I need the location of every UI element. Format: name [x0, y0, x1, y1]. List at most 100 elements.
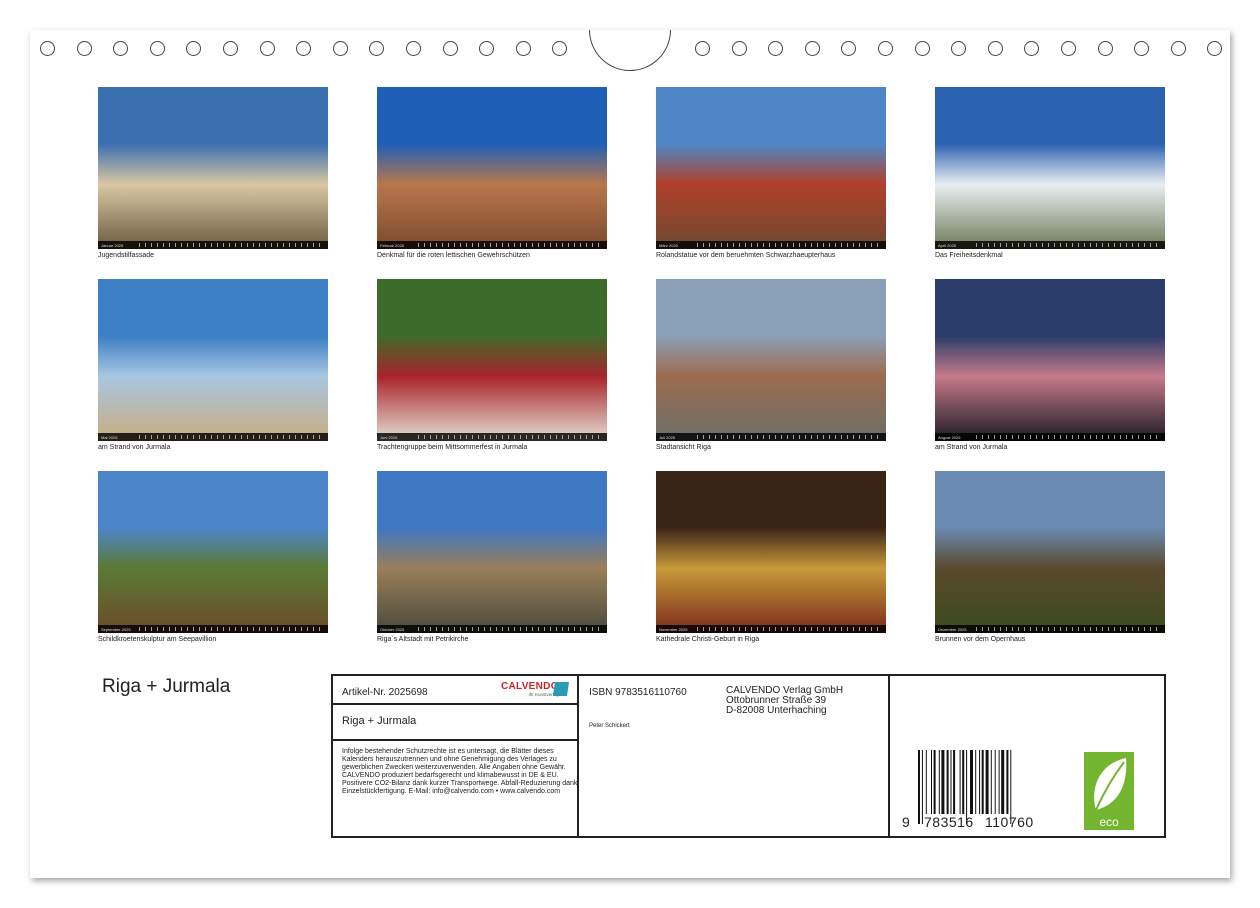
photo-caption: Rolandstatue vor dem beruehmten Schwarzh… — [656, 252, 836, 259]
binding-hole — [1170, 41, 1186, 56]
month-strip: Juli 2025 — [656, 433, 886, 441]
month-strip: März 2025 — [656, 241, 886, 249]
month-label: Juli 2025 — [659, 434, 676, 440]
photo-caption: Riga`s Altstadt mit Petrikirche — [377, 636, 469, 643]
day-ticks — [697, 627, 882, 631]
binding-hole — [987, 41, 1003, 56]
spiral-binding — [0, 0, 1260, 75]
month-label: September 2025 — [101, 626, 131, 632]
photo-card: Mai 2025 am Strand von Jurmala — [98, 279, 328, 451]
photo-card: Januar 2025 Jugendstilfassade — [98, 87, 328, 259]
month-strip: November 2025 — [656, 625, 886, 633]
beach-sunset-photo: August 2025 — [935, 279, 1165, 441]
binding-hole — [40, 41, 55, 56]
binding-hole — [113, 41, 129, 56]
freedom-monument-photo: April 2025 — [935, 87, 1165, 249]
day-ticks — [139, 627, 324, 631]
month-label: November 2025 — [659, 626, 688, 632]
photo-caption: Kathedrale Christi-Geburt in Riga — [656, 636, 760, 643]
binding-hole — [406, 41, 421, 56]
red-riflemen-monument-photo: Februar 2025 — [377, 87, 607, 249]
photo-caption: Das Freiheitsdenkmal — [935, 252, 1003, 259]
month-strip: Februar 2025 — [377, 241, 607, 249]
binding-hole — [914, 41, 930, 56]
binding-hole — [804, 41, 820, 56]
binding-hole — [479, 41, 495, 56]
photo-card: September 2025 Schildkroetenskulptur am S… — [98, 471, 328, 643]
barcode-area: 9 783516 110760 eco — [888, 676, 1166, 836]
month-label: Mai 2025 — [101, 434, 118, 440]
old-town-church-photo: Oktober 2025 — [377, 471, 607, 633]
binding-hole — [1097, 41, 1113, 56]
turtle-sculpture-photo: September 2025 — [98, 471, 328, 633]
folk-costume-group-photo: Juni 2025 — [377, 279, 607, 441]
photo-card: Dezember 2025 Brunnen vor dem Opernhaus — [935, 471, 1165, 643]
publisher-info-box: Artikel-Nr. 2025698 CALVENDO Ihr Kunstve… — [331, 674, 1166, 838]
day-ticks — [976, 435, 1161, 439]
photo-caption: am Strand von Jurmala — [935, 444, 1008, 451]
beach-seagulls-photo: Mai 2025 — [98, 279, 328, 441]
barcode-digits-left: 783516 — [924, 814, 974, 830]
publisher-address: CALVENDO Verlag GmbH Ottobrunner Straße … — [726, 686, 843, 716]
binding-hole — [552, 41, 568, 56]
publisher-city: D-82008 Unterhaching — [726, 705, 827, 716]
month-strip: April 2025 — [935, 241, 1165, 249]
day-ticks — [418, 627, 603, 631]
binding-hole — [296, 41, 312, 56]
photo-caption: Jugendstilfassade — [98, 252, 155, 259]
month-label: Januar 2025 — [101, 242, 124, 248]
month-label: Februar 2025 — [380, 242, 405, 248]
photo-card: Juli 2025 Stadtansicht Riga — [656, 279, 886, 451]
hanger-cutout — [589, 30, 671, 71]
photo-card: Oktober 2025 Riga`s Altstadt mit Petrikir… — [377, 471, 607, 643]
binding-hole — [1207, 41, 1223, 56]
binding-hole — [731, 41, 747, 56]
day-ticks — [976, 243, 1161, 247]
binding-hole — [515, 41, 531, 56]
legal-notice: Infolge bestehender Schutzrechte ist es … — [342, 748, 578, 795]
city-view-photo: Juli 2025 — [656, 279, 886, 441]
isbn: ISBN 9783516110760 — [589, 687, 687, 698]
divider — [333, 703, 577, 705]
day-ticks — [697, 435, 882, 439]
month-label: August 2025 — [938, 434, 961, 440]
month-strip: Dezember 2025 — [935, 625, 1165, 633]
binding-hole — [332, 41, 348, 56]
month-strip: Januar 2025 — [98, 241, 328, 249]
photo-caption: am Strand von Jurmala — [98, 444, 171, 451]
binding-hole — [259, 41, 275, 56]
photo-caption: Denkmal für die roten lettischen Gewehrs… — [377, 252, 530, 259]
binding-hole — [695, 41, 710, 56]
photo-caption: Stadtansicht Riga — [656, 444, 711, 451]
barcode-icon — [918, 750, 1012, 824]
binding-hole — [223, 41, 238, 56]
photo-card: Juni 2025 Trachtengruppe beim Mittsommerf… — [377, 279, 607, 451]
author: Peter Schickert — [589, 723, 630, 729]
eco-leaf-icon: eco — [1084, 752, 1134, 830]
binding-hole — [768, 41, 784, 56]
photo-card: März 2025 Rolandstatue vor dem beruehmten… — [656, 87, 886, 259]
photo-caption: Schildkroetenskulptur am Seepavillion — [98, 636, 217, 643]
month-strip: Mai 2025 — [98, 433, 328, 441]
day-ticks — [697, 243, 882, 247]
binding-hole — [186, 41, 202, 56]
day-ticks — [976, 627, 1161, 631]
month-label: Oktober 2025 — [380, 626, 405, 632]
article-number: Artikel-Nr. 2025698 — [342, 687, 428, 698]
binding-hole — [1134, 41, 1150, 56]
calendar-title: Riga + Jurmala — [102, 676, 231, 697]
binding-hole — [841, 41, 857, 56]
barcode-digits-right: 110760 — [985, 814, 1034, 830]
month-strip: Juni 2025 — [377, 433, 607, 441]
binding-hole — [1024, 41, 1040, 56]
day-ticks — [418, 243, 603, 247]
photo-caption: Brunnen vor dem Opernhaus — [935, 636, 1026, 643]
month-label: Dezember 2025 — [938, 626, 967, 632]
opera-fountain-photo: Dezember 2025 — [935, 471, 1165, 633]
divider — [333, 739, 577, 741]
month-label: März 2025 — [659, 242, 678, 248]
barcode-digit-first: 9 — [902, 814, 911, 830]
month-strip: Oktober 2025 — [377, 625, 607, 633]
house-of-blackheads-photo: März 2025 — [656, 87, 886, 249]
calvendo-swoosh-icon — [553, 682, 569, 696]
